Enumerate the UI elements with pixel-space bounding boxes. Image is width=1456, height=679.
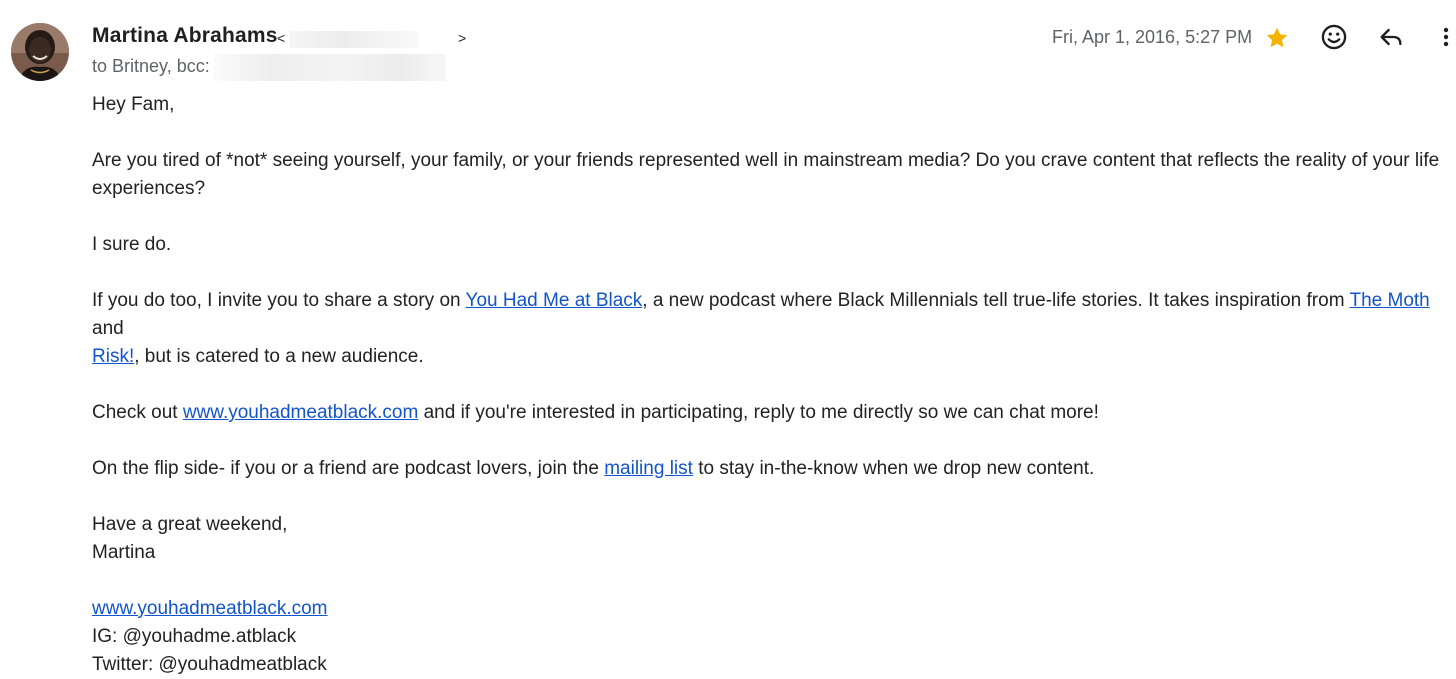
signoff: Martina <box>92 542 156 563</box>
message-body: Hey Fam, Are you tired of *not* seeing y… <box>92 91 1452 679</box>
greeting: Hey Fam, <box>92 94 175 115</box>
avatar[interactable] <box>11 23 69 81</box>
closing: Have a great weekend, <box>92 514 288 535</box>
you-had-me-at-black-link[interactable]: You Had Me at Black <box>466 290 643 311</box>
paragraph-5: On the flip side- if you or a friend are… <box>92 455 1452 483</box>
redacted-bcc <box>213 54 446 81</box>
sender-name[interactable]: Martina Abrahams <box>92 24 278 48</box>
paragraph-4-text-a: Check out <box>92 402 183 423</box>
the-moth-link[interactable]: The Moth <box>1349 290 1429 311</box>
signature: www.youhadmeatblack.com IG: @youhadme.at… <box>92 595 1452 679</box>
sender-email[interactable]: < > <box>277 30 467 50</box>
more-options-button[interactable] <box>1436 19 1456 55</box>
paragraph-2: I sure do. <box>92 234 172 255</box>
redacted-email <box>289 31 419 48</box>
website-link[interactable]: www.youhadmeatblack.com <box>183 402 419 423</box>
signature-instagram: IG: @youhadme.atblack <box>92 626 297 647</box>
reply-button[interactable] <box>1373 19 1409 55</box>
star-icon <box>1266 27 1288 48</box>
sender-email-open: < <box>277 30 286 46</box>
signature-website-link[interactable]: www.youhadmeatblack.com <box>92 595 1452 623</box>
more-vert-icon <box>1443 27 1449 47</box>
message-date: Fri, Apr 1, 2016, 5:27 PM <box>1052 27 1253 47</box>
recipients-line[interactable]: to Britney, bcc: <box>92 56 210 77</box>
paragraph-3-text-b: , a new podcast where Black Millennials … <box>642 290 1350 311</box>
paragraph-4-text-b: and if you're interested in participatin… <box>418 402 1099 423</box>
star-button[interactable] <box>1259 20 1295 56</box>
emoji-reaction-icon <box>1321 24 1347 50</box>
risk-link[interactable]: Risk! <box>92 346 134 367</box>
emoji-reaction-button[interactable] <box>1316 19 1352 55</box>
paragraph-3-text-a: If you do too, I invite you to share a s… <box>92 290 466 311</box>
closing-block: Have a great weekend, Martina <box>92 511 1452 567</box>
paragraph-5-text-b: to stay in-the-know when we drop new con… <box>692 458 1095 479</box>
reply-icon <box>1380 28 1402 46</box>
paragraph-3: If you do too, I invite you to share a s… <box>92 287 1452 371</box>
signature-twitter: Twitter: @youhadmeatblack <box>92 654 327 675</box>
mailing-list-link[interactable]: mailing list <box>604 458 693 479</box>
paragraph-3-text-c: and <box>92 318 124 339</box>
sender-email-close: > <box>458 30 467 46</box>
paragraph-5-text-a: On the flip side- if you or a friend are… <box>92 458 605 479</box>
paragraph-3-text-d: , but is catered to a new audience. <box>134 346 424 367</box>
avatar-photo <box>11 23 69 81</box>
paragraph-1: Are you tired of *not* seeing yourself, … <box>92 150 1440 199</box>
paragraph-4: Check out www.youhadmeatblack.com and if… <box>92 399 1452 427</box>
